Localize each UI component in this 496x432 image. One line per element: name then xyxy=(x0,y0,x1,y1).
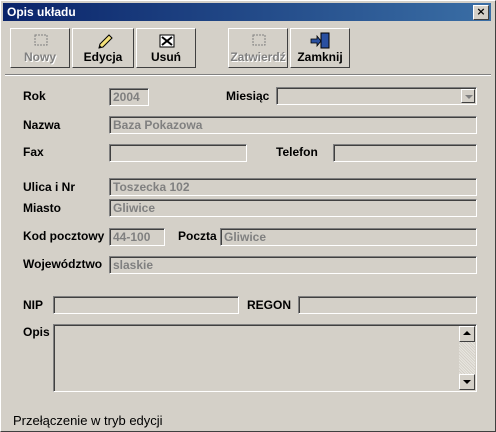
fax-label: Fax xyxy=(23,145,44,159)
title-bar[interactable]: Opis układu × xyxy=(3,3,491,21)
status-text: Przełączenie w tryb edycji xyxy=(13,413,163,428)
ulica-label: Ulica i Nr xyxy=(23,180,76,194)
kod-pocztowy-field[interactable]: 44-100 xyxy=(109,228,165,246)
pencil-icon xyxy=(98,34,113,49)
miesiac-label: Miesiąc xyxy=(226,89,270,103)
scroll-down-button[interactable] xyxy=(459,374,475,390)
confirm-button-label: Zatwierdź xyxy=(230,50,286,64)
close-window-button[interactable]: × xyxy=(473,5,489,20)
miesiac-dropdown-button[interactable] xyxy=(461,89,475,103)
nazwa-field[interactable]: Baza Pokazowa xyxy=(109,116,477,134)
chevron-down-icon xyxy=(463,380,471,384)
poczta-field[interactable]: Gliwice xyxy=(220,228,477,246)
kod-pocztowy-label: Kod pocztowy xyxy=(23,229,105,243)
window-title: Opis układu xyxy=(7,5,76,19)
edit-button[interactable]: Edycja xyxy=(72,28,134,68)
regon-label: REGON xyxy=(247,298,292,312)
rok-field[interactable]: 2004 xyxy=(109,88,149,106)
regon-field[interactable] xyxy=(298,296,477,314)
close-button-label: Zamknij xyxy=(297,50,343,64)
confirm-button[interactable]: Zatwierdź xyxy=(228,28,288,68)
confirm-icon xyxy=(252,34,266,46)
exit-door-icon xyxy=(310,32,330,49)
fax-field[interactable] xyxy=(109,144,247,162)
nazwa-label: Nazwa xyxy=(23,118,61,132)
chevron-up-icon xyxy=(463,331,471,335)
miasto-label: Miasto xyxy=(23,201,62,215)
new-button[interactable]: Nowy xyxy=(10,28,70,68)
edit-button-label: Edycja xyxy=(83,50,123,64)
opis-label: Opis xyxy=(23,325,50,339)
wojewodztwo-field[interactable]: slaskie xyxy=(109,256,477,274)
delete-button[interactable]: Usuń xyxy=(136,28,196,68)
ulica-field[interactable]: Toszecka 102 xyxy=(109,178,477,196)
miesiac-select[interactable] xyxy=(276,87,477,105)
delete-icon xyxy=(159,34,175,48)
delete-button-label: Usuń xyxy=(151,50,181,64)
opis-textarea[interactable] xyxy=(53,324,477,392)
nip-field[interactable] xyxy=(53,296,239,314)
chevron-down-icon xyxy=(465,95,473,99)
telefon-field[interactable] xyxy=(333,144,477,162)
opis-scrollbar[interactable] xyxy=(459,326,475,390)
rok-label: Rok xyxy=(23,89,46,103)
opis-ukladu-window: Opis układu × Nowy Edycja Usuń Zatwierdź xyxy=(0,0,496,432)
wojewodztwo-label: Województwo xyxy=(23,257,103,271)
poczta-label: Poczta xyxy=(178,229,217,243)
close-button[interactable]: Zamknij xyxy=(290,28,350,68)
new-button-label: Nowy xyxy=(23,50,56,64)
new-doc-icon xyxy=(34,34,48,46)
telefon-label: Telefon xyxy=(276,145,318,159)
toolbar-separator xyxy=(5,74,491,76)
nip-label: NIP xyxy=(23,298,44,312)
miasto-field[interactable]: Gliwice xyxy=(109,199,477,217)
scroll-up-button[interactable] xyxy=(459,326,475,342)
